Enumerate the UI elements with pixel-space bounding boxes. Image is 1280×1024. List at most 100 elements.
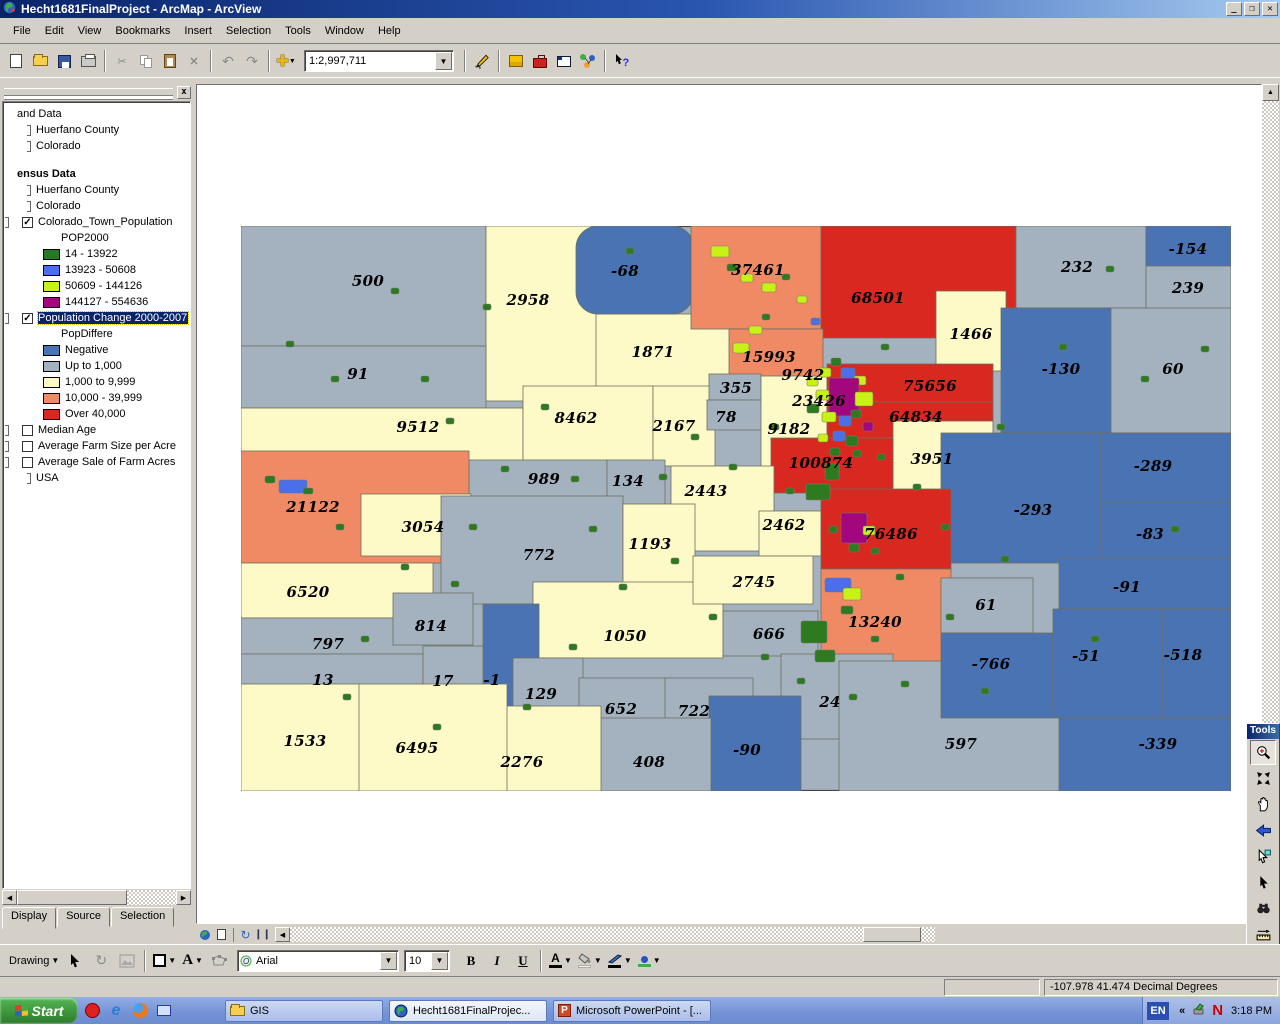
language-indicator[interactable]: EN — [1147, 1002, 1169, 1020]
town-shape[interactable] — [265, 476, 275, 483]
town-shape[interactable] — [831, 358, 841, 366]
town-shape[interactable] — [401, 564, 409, 570]
town-shape[interactable] — [446, 418, 454, 424]
town-shape[interactable] — [569, 644, 577, 650]
town-shape[interactable] — [801, 621, 827, 643]
toc-row[interactable]: 13923 - 50608 — [3, 262, 190, 278]
town-shape[interactable] — [762, 314, 770, 320]
town-shape[interactable] — [626, 248, 634, 254]
county-shape[interactable] — [941, 433, 1101, 563]
town-shape[interactable] — [981, 688, 989, 694]
delete-button[interactable]: ✕ — [182, 49, 206, 73]
menu-file[interactable]: File — [6, 22, 38, 40]
paste-button[interactable] — [158, 49, 182, 73]
town-shape[interactable] — [421, 376, 429, 382]
restore-button[interactable]: ❐ — [1244, 2, 1260, 16]
start-button[interactable]: Start — [0, 998, 78, 1023]
legend-swatch[interactable] — [43, 249, 60, 260]
modelbuilder-button[interactable] — [576, 49, 600, 73]
tab-display[interactable]: Display — [2, 907, 56, 929]
town-shape[interactable] — [901, 681, 909, 687]
menu-edit[interactable]: Edit — [38, 22, 71, 40]
town-shape[interactable] — [846, 436, 858, 446]
internet-explorer-icon[interactable]: e — [106, 1001, 126, 1021]
font-family-combobox[interactable]: O Arial ▼ — [237, 950, 399, 972]
redo-button[interactable]: ↷ — [240, 49, 264, 73]
county-shape[interactable] — [941, 633, 1053, 718]
toc-gripper[interactable] — [4, 88, 173, 96]
close-button[interactable]: ✕ — [1262, 2, 1278, 16]
town-shape[interactable] — [822, 412, 836, 422]
toc-row[interactable]: Over 40,000 — [3, 406, 190, 422]
town-shape[interactable] — [469, 524, 477, 530]
town-shape[interactable] — [749, 326, 762, 334]
town-shape[interactable] — [797, 678, 805, 684]
find-button[interactable] — [1250, 896, 1276, 921]
clipped-expander-icon[interactable] — [5, 425, 9, 436]
aim-quicklaunch-icon[interactable] — [82, 1001, 102, 1021]
town-shape[interactable] — [671, 558, 679, 564]
town-shape[interactable] — [786, 488, 794, 494]
arccatalog-button[interactable] — [504, 49, 528, 73]
menu-help[interactable]: Help — [371, 22, 408, 40]
clipped-checkbox-icon[interactable] — [27, 185, 31, 196]
add-data-button[interactable]: ✚▼ — [274, 49, 298, 73]
toc-row[interactable]: Huerfano County — [3, 122, 190, 138]
colorado-map[interactable]: 50029581871-683746168501232-1542391466-1… — [241, 226, 1231, 791]
toc-row[interactable]: ✓Population Change 2000-2007 — [3, 310, 190, 326]
town-shape[interactable] — [841, 368, 855, 378]
town-shape[interactable] — [797, 296, 807, 303]
town-shape[interactable] — [849, 694, 857, 700]
size-dropdown-arrow-icon[interactable]: ▼ — [431, 952, 448, 970]
county-shape[interactable] — [1059, 559, 1231, 609]
town-shape[interactable] — [833, 431, 845, 441]
town-shape[interactable] — [659, 474, 667, 480]
town-shape[interactable] — [361, 636, 369, 642]
town-shape[interactable] — [391, 288, 399, 294]
legend-swatch[interactable] — [43, 361, 60, 372]
layer-checkbox[interactable] — [22, 457, 33, 468]
zoom-to-selected-button[interactable] — [114, 949, 140, 973]
tray-chevron-icon[interactable]: « — [1179, 1005, 1185, 1017]
town-shape[interactable] — [589, 526, 597, 532]
scroll-up-icon[interactable]: ▲ — [1262, 84, 1279, 101]
data-view-button[interactable] — [196, 927, 213, 943]
town-shape[interactable] — [946, 614, 954, 620]
toc-row[interactable]: Colorado — [3, 198, 190, 214]
clipped-expander-icon[interactable] — [5, 441, 9, 452]
town-shape[interactable] — [871, 636, 879, 642]
toc-horizontal-scrollbar[interactable]: ◀ ▶ — [2, 890, 191, 905]
pause-drawing-button[interactable]: ❙❙ — [254, 927, 271, 943]
toc-row[interactable]: 144127 - 554636 — [3, 294, 190, 310]
arctoolbox-button[interactable] — [528, 49, 552, 73]
town-shape[interactable] — [881, 344, 889, 350]
town-shape[interactable] — [1171, 526, 1179, 532]
clipped-checkbox-icon[interactable] — [27, 125, 31, 136]
scroll-right-icon[interactable]: ▶ — [176, 890, 191, 905]
town-shape[interactable] — [855, 392, 873, 406]
menu-selection[interactable]: Selection — [219, 22, 278, 40]
firefox-icon[interactable] — [130, 1001, 150, 1021]
toc-row[interactable]: and Data — [3, 106, 190, 122]
font-size-combobox[interactable]: 10 ▼ — [404, 950, 450, 972]
town-shape[interactable] — [303, 488, 313, 494]
town-shape[interactable] — [1141, 376, 1149, 382]
county-shape[interactable] — [1053, 609, 1163, 718]
legend-swatch[interactable] — [43, 265, 60, 276]
map-hscroll-track[interactable] — [290, 927, 935, 942]
shape-tool-button[interactable]: ▼ — [150, 949, 179, 973]
font-color-button[interactable]: A▼ — [546, 949, 575, 973]
toc-row[interactable]: Huerfano County — [3, 182, 190, 198]
fill-color-button[interactable]: ▼ — [575, 949, 605, 973]
town-shape[interactable] — [1201, 346, 1209, 352]
town-shape[interactable] — [286, 341, 294, 347]
clipped-checkbox-icon[interactable] — [27, 141, 31, 152]
county-shape[interactable] — [359, 684, 507, 791]
tools-palette-title[interactable]: Tools — [1247, 724, 1279, 739]
taskbar-task[interactable]: GIS — [225, 1000, 383, 1022]
pan-button[interactable] — [1250, 792, 1276, 817]
town-shape[interactable] — [571, 476, 579, 482]
select-elements-button[interactable] — [1250, 870, 1276, 895]
toc-row[interactable]: 10,000 - 39,999 — [3, 390, 190, 406]
scale-dropdown-arrow-icon[interactable]: ▼ — [435, 52, 452, 70]
